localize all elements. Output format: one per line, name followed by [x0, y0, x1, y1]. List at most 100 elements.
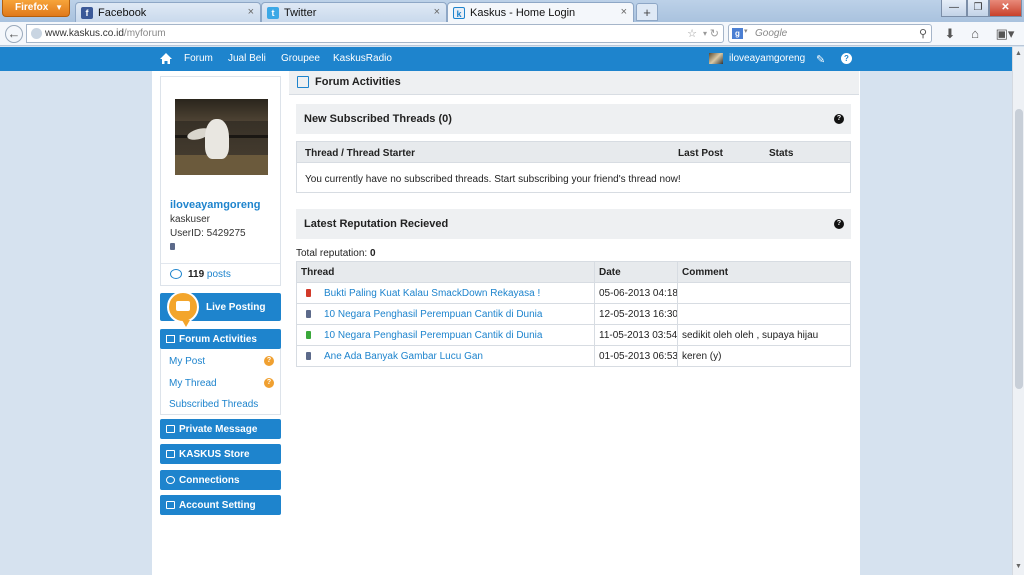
page-title-text: Forum Activities	[315, 76, 401, 88]
scrollbar-thumb[interactable]	[1015, 109, 1023, 389]
tab-label: Twitter	[284, 7, 317, 19]
column-header: Date	[599, 267, 621, 278]
help-icon[interactable]: ?	[264, 378, 274, 388]
forum-activities-label: Forum Activities	[179, 334, 257, 345]
private-message-button[interactable]: Private Message	[160, 419, 281, 439]
help-icon[interactable]: ?	[264, 356, 274, 366]
scroll-up-icon[interactable]: ▲	[1015, 50, 1022, 57]
search-icon[interactable]: ⚲	[919, 27, 927, 40]
rep-date: 05-06-2013 04:18	[599, 288, 678, 299]
help-icon[interactable]: ?	[841, 53, 852, 64]
table-row: Ane Ada Banyak Gambar Lucu Gan 01-05-201…	[297, 346, 850, 367]
search-input[interactable]: g ▾ Google ⚲	[728, 24, 932, 43]
star-icon[interactable]: ☆	[687, 27, 697, 40]
forum-activities-button[interactable]: Forum Activities	[160, 329, 281, 349]
tab-kaskus[interactable]: k Kaskus - Home Login ×	[447, 2, 634, 23]
kaskus-store-button[interactable]: KASKUS Store	[160, 444, 281, 464]
rep-date: 12-05-2013 16:30	[599, 309, 678, 320]
private-message-label: Private Message	[179, 424, 258, 435]
envelope-icon	[166, 425, 175, 433]
chevron-down-icon[interactable]: ▾	[703, 29, 707, 38]
total-reputation-value: 0	[369, 248, 376, 259]
reload-icon[interactable]: ↻	[710, 27, 719, 40]
profile-card: iloveayamgoreng kaskuser UserID: 5429275…	[160, 76, 281, 286]
column-header: Thread / Thread Starter	[305, 148, 416, 159]
speech-bubble-icon	[170, 269, 182, 279]
table-row: 10 Negara Penghasil Perempuan Cantik di …	[297, 304, 850, 325]
column-header: Stats	[769, 148, 794, 159]
subscribed-threads-header: New Subscribed Threads (0) ?	[296, 104, 851, 134]
thread-link[interactable]: 10 Negara Penghasil Perempuan Cantik di …	[324, 309, 542, 320]
list-icon	[166, 335, 175, 343]
firefox-menu-button[interactable]: Firefox ▼	[2, 0, 70, 17]
url-bar[interactable]: www.kaskus.co.id/myforum ☆ ▾ ↻	[26, 24, 724, 43]
pencil-icon[interactable]: ✎	[816, 53, 825, 66]
chevron-down-icon[interactable]: ▾	[744, 27, 748, 35]
thread-link[interactable]: 10 Negara Penghasil Perempuan Cantik di …	[324, 330, 542, 341]
close-icon[interactable]: ×	[248, 6, 254, 18]
back-arrow-icon[interactable]: ←	[5, 25, 23, 43]
scroll-down-icon[interactable]: ▼	[1015, 563, 1022, 570]
tab-facebook[interactable]: f Facebook ×	[75, 2, 261, 22]
column-divider	[677, 262, 678, 366]
connections-button[interactable]: Connections	[160, 470, 281, 490]
sidebar-item-my-post[interactable]: My Post	[169, 356, 205, 367]
help-icon[interactable]: ?	[834, 219, 844, 229]
total-reputation-label: Total reputation:	[296, 248, 368, 259]
nav-forum[interactable]: Forum	[184, 53, 213, 64]
new-tab-button[interactable]: +	[636, 3, 658, 21]
nav-kaskusradio[interactable]: KaskusRadio	[333, 53, 392, 64]
twitter-icon: t	[267, 7, 279, 19]
tab-label: Kaskus - Home Login	[470, 7, 576, 19]
header-username[interactable]: iloveayamgoreng	[729, 53, 805, 64]
thread-link[interactable]: Ane Ada Banyak Gambar Lucu Gan	[324, 351, 483, 362]
reputation-dot-icon	[306, 310, 311, 318]
list-icon	[297, 76, 309, 88]
page-title: Forum Activities	[289, 71, 859, 95]
profile-username[interactable]: iloveayamgoreng	[170, 199, 260, 211]
tab-label: Facebook	[98, 7, 147, 19]
menu-icon[interactable]: ▣▾	[993, 26, 1017, 42]
forum-activities-menu: Forum Activities My Post ? My Thread ? S…	[160, 329, 281, 415]
connections-label: Connections	[179, 475, 240, 486]
reputation-title: Latest Reputation Recieved	[304, 218, 449, 230]
subscribed-threads-table: Thread / Thread Starter Last Post Stats …	[296, 141, 851, 193]
rep-comment: keren (y)	[682, 351, 722, 362]
posts-link[interactable]: posts	[207, 269, 231, 280]
total-reputation: Total reputation: 0	[296, 248, 376, 259]
nav-jual-beli[interactable]: Jual Beli	[228, 53, 266, 64]
home-icon[interactable]	[159, 52, 173, 65]
home-icon[interactable]: ⌂	[967, 26, 983, 42]
close-icon[interactable]: ×	[434, 6, 440, 18]
account-setting-button[interactable]: Account Setting	[160, 495, 281, 515]
avatar[interactable]	[709, 53, 723, 64]
column-header: Last Post	[678, 148, 724, 159]
site-header: Forum Jual Beli Groupee KaskusRadio ilov…	[0, 47, 1012, 71]
minimize-button[interactable]: —	[941, 0, 967, 17]
firefox-label: Firefox	[15, 2, 49, 13]
restore-button[interactable]: ❐	[967, 0, 989, 17]
profile-photo[interactable]	[175, 99, 268, 175]
sidebar-item-subscribed-threads[interactable]: Subscribed Threads	[169, 399, 258, 410]
scrollbar[interactable]: ▲ ▼	[1012, 47, 1024, 575]
cart-icon	[166, 450, 175, 458]
thread-link[interactable]: Bukti Paling Kuat Kalau SmackDown Rekaya…	[324, 288, 540, 299]
sidebar-item-my-thread[interactable]: My Thread	[169, 378, 217, 389]
help-icon[interactable]: ?	[834, 114, 844, 124]
facebook-icon: f	[81, 7, 93, 19]
google-icon: g	[732, 28, 743, 39]
nav-groupee[interactable]: Groupee	[281, 53, 320, 64]
post-count[interactable]: 119 posts	[161, 263, 280, 286]
reputation-dot-icon	[306, 331, 311, 339]
profile-role: kaskuser	[170, 214, 211, 225]
people-icon	[166, 476, 175, 484]
table-header: Thread Date Comment	[297, 262, 850, 283]
close-window-button[interactable]: ✕	[989, 0, 1022, 17]
tab-twitter[interactable]: t Twitter ×	[261, 2, 447, 22]
close-icon[interactable]: ×	[621, 6, 627, 18]
reputation-dot-icon	[306, 289, 311, 297]
kaskus-icon: k	[453, 7, 465, 19]
url-path: /myforum	[123, 28, 166, 39]
download-icon[interactable]: ⬇	[942, 26, 958, 42]
url-domain: www.kaskus.co.id	[45, 28, 124, 39]
